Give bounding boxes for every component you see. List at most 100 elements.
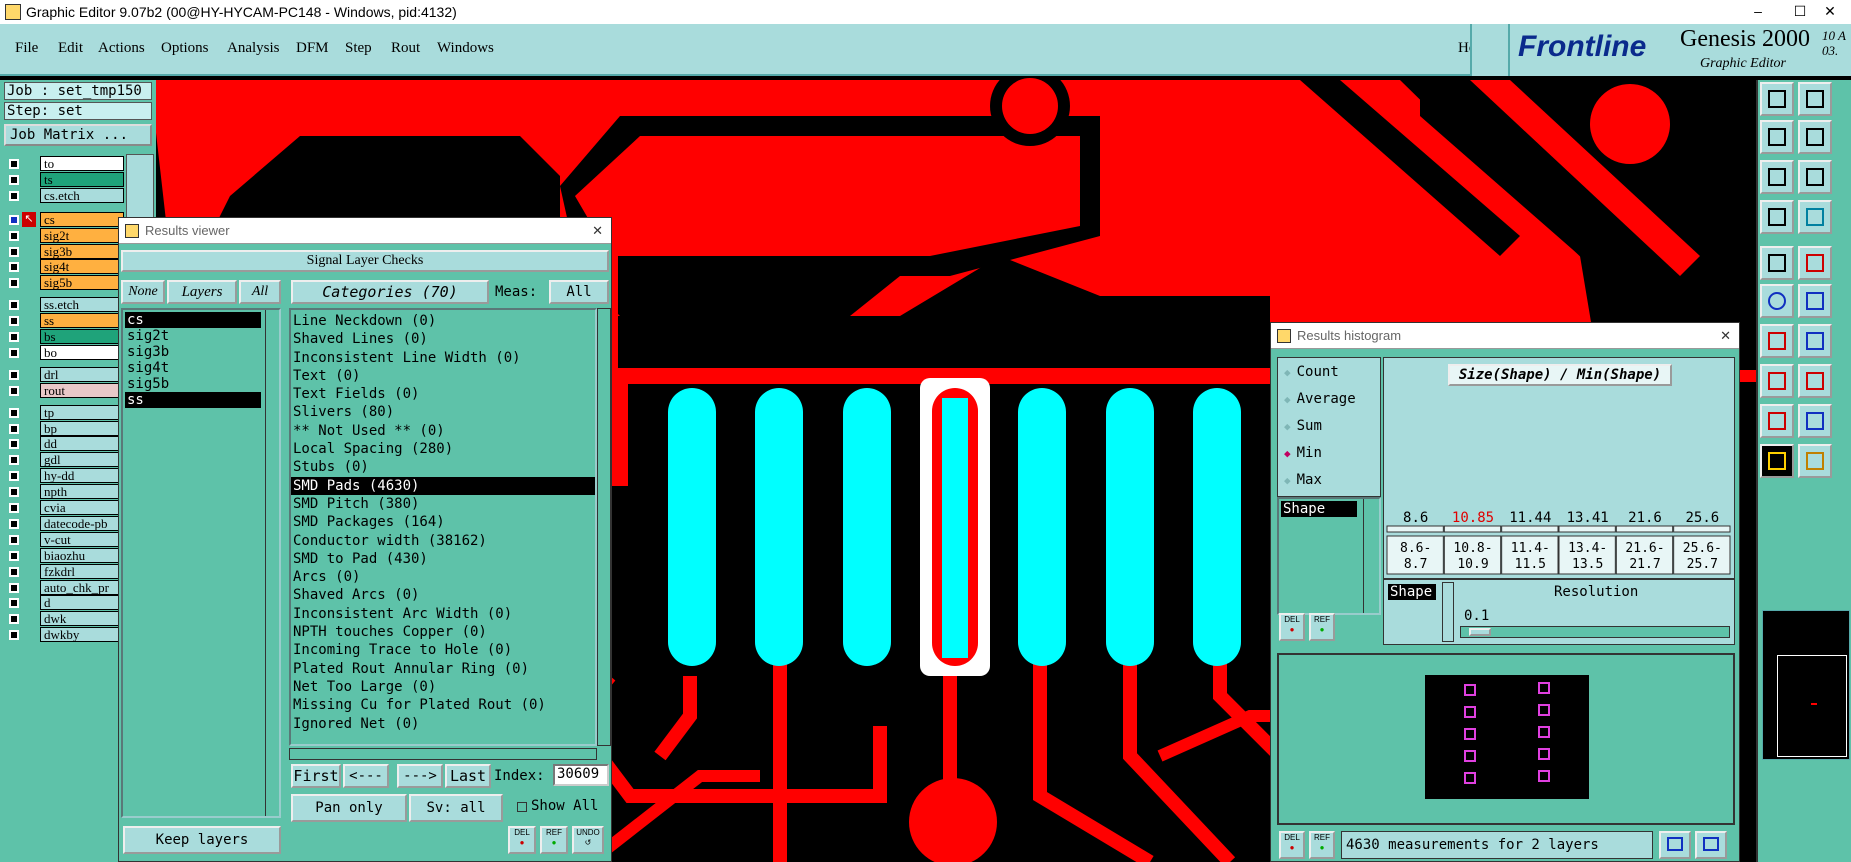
- menu-step[interactable]: Step: [345, 40, 372, 57]
- job-matrix-button[interactable]: Job Matrix ...: [4, 124, 152, 146]
- category-item[interactable]: Text Fields (0): [291, 385, 595, 403]
- histogram-bar[interactable]: [1615, 525, 1674, 533]
- layer-row[interactable]: gdl: [4, 452, 124, 468]
- layer-row[interactable]: d: [4, 595, 124, 611]
- layer-name[interactable]: bo: [40, 344, 124, 360]
- layer-checkbox[interactable]: [9, 347, 19, 358]
- category-item[interactable]: NPTH touches Copper (0): [291, 623, 595, 641]
- layer-name[interactable]: sig2t: [40, 227, 124, 243]
- category-item[interactable]: Shaved Arcs (0): [291, 586, 595, 604]
- show-all-checkbox[interactable]: [517, 802, 527, 812]
- layer-checkbox[interactable]: [9, 407, 19, 418]
- layer-checkbox[interactable]: [9, 278, 19, 289]
- layer-checkbox[interactable]: [9, 214, 19, 225]
- layer-row[interactable]: to: [4, 156, 124, 171]
- layer-name[interactable]: drl: [40, 366, 124, 382]
- layer-name[interactable]: rout: [40, 382, 124, 398]
- layer-row[interactable]: sig4t: [4, 259, 124, 275]
- category-item[interactable]: Conductor width (38162): [291, 532, 595, 550]
- layer-row[interactable]: cvia: [4, 500, 124, 515]
- category-item[interactable]: Local Spacing (280): [291, 440, 595, 458]
- histogram-bar[interactable]: [1558, 525, 1616, 533]
- tool-pan-right-icon[interactable]: [1798, 120, 1832, 154]
- layer-name[interactable]: v-cut: [40, 531, 124, 547]
- tool-zoom-fit-icon[interactable]: [1760, 160, 1794, 194]
- prev-button[interactable]: <---: [343, 764, 389, 788]
- category-item[interactable]: Stubs (0): [291, 458, 595, 476]
- results-viewer-titlebar[interactable]: Results viewer ✕: [119, 218, 611, 244]
- layer-name[interactable]: dwk: [40, 611, 124, 627]
- layer-row[interactable]: ss.etch: [4, 297, 124, 313]
- layer-row[interactable]: drl: [4, 366, 124, 382]
- layer-name[interactable]: npth: [40, 484, 124, 500]
- mode-option[interactable]: ◆ Average: [1284, 389, 1356, 409]
- layer-checkbox[interactable]: [9, 630, 19, 641]
- histogram-bar[interactable]: [1386, 525, 1444, 533]
- layer-row[interactable]: npth: [4, 484, 124, 500]
- layer-row[interactable]: v-cut: [4, 531, 124, 547]
- histogram-bar[interactable]: [1673, 525, 1731, 533]
- radio-icon[interactable]: ◆: [1284, 447, 1291, 460]
- zoom-home-icon[interactable]: [1695, 831, 1727, 859]
- layer-checkbox[interactable]: [9, 471, 19, 482]
- tool-add-pad-icon[interactable]: [1760, 246, 1794, 280]
- resolution-vscroll[interactable]: [1442, 582, 1454, 642]
- menu-file[interactable]: File: [15, 40, 38, 57]
- menu-actions[interactable]: Actions: [98, 40, 145, 57]
- layer-row[interactable]: rout: [4, 382, 124, 398]
- last-button[interactable]: Last: [445, 764, 491, 788]
- tool-cut-icon[interactable]: [1798, 364, 1832, 398]
- layer-checkbox[interactable]: [9, 423, 19, 434]
- layer-checkbox[interactable]: [9, 614, 19, 625]
- layer-checkbox[interactable]: [9, 300, 19, 311]
- tool-add-shape-icon[interactable]: [1798, 246, 1832, 280]
- tool-grid-icon[interactable]: [1798, 200, 1832, 234]
- shape-list-scrollbar[interactable]: [1363, 499, 1377, 613]
- close-button[interactable]: ✕: [1809, 0, 1851, 24]
- layer-name[interactable]: bp: [40, 420, 124, 436]
- tool-line-icon[interactable]: [1760, 324, 1794, 358]
- layer-name[interactable]: biaozhu: [40, 547, 124, 563]
- layer-checkbox[interactable]: [9, 190, 19, 201]
- layer-checkbox[interactable]: [9, 316, 19, 327]
- layer-name[interactable]: sig3b: [40, 243, 124, 259]
- mode-option[interactable]: ◆ Min: [1284, 443, 1322, 463]
- layer-checkbox[interactable]: [9, 369, 19, 380]
- category-item[interactable]: SMD Packages (164): [291, 513, 595, 531]
- menu-dfm[interactable]: DFM: [296, 40, 329, 57]
- layer-checkbox[interactable]: [9, 159, 19, 169]
- layer-name[interactable]: cs.etch: [40, 187, 124, 203]
- preview-del-button[interactable]: DEL ●: [1279, 831, 1305, 859]
- category-item[interactable]: ** Not Used ** (0): [291, 422, 595, 440]
- none-button[interactable]: None: [121, 280, 165, 304]
- layer-list-item[interactable]: sig2t: [125, 328, 277, 344]
- radio-icon[interactable]: ◆: [1284, 393, 1291, 406]
- meas-select[interactable]: All: [549, 280, 609, 304]
- del-button[interactable]: DEL ●: [508, 826, 536, 854]
- preview-ref-button[interactable]: REF ●: [1309, 831, 1335, 859]
- resolution-slider[interactable]: [1460, 626, 1730, 638]
- shape-listbox[interactable]: Shape: [1277, 497, 1381, 615]
- layer-name[interactable]: ts: [40, 171, 124, 187]
- zoom-to-result-icon[interactable]: [1659, 831, 1691, 859]
- layer-checkbox[interactable]: [9, 550, 19, 561]
- all-button[interactable]: All: [239, 280, 281, 304]
- layer-row[interactable]: datecode-pb: [4, 515, 124, 531]
- layer-checkbox[interactable]: [9, 332, 19, 342]
- layer-row[interactable]: bo: [4, 344, 124, 360]
- tool-pointer-icon[interactable]: [1760, 444, 1794, 478]
- layer-checkbox[interactable]: [9, 455, 19, 466]
- radio-icon[interactable]: ◆: [1284, 366, 1291, 379]
- category-item[interactable]: Inconsistent Line Width (0): [291, 349, 595, 367]
- layer-checkbox[interactable]: [9, 385, 19, 396]
- menu-windows[interactable]: Windows: [437, 40, 494, 57]
- layer-name[interactable]: hy-dd: [40, 468, 124, 484]
- layer-name[interactable]: ss.etch: [40, 297, 124, 313]
- undo-button[interactable]: UNDO ↺: [572, 826, 604, 854]
- layer-row[interactable]: bp: [4, 420, 124, 436]
- layer-name[interactable]: cvia: [40, 500, 124, 515]
- category-scrollbar[interactable]: [597, 308, 611, 746]
- layer-row[interactable]: dwk: [4, 611, 124, 627]
- mode-option[interactable]: ◆ Sum: [1284, 416, 1322, 436]
- category-hscrollbar[interactable]: [289, 748, 597, 760]
